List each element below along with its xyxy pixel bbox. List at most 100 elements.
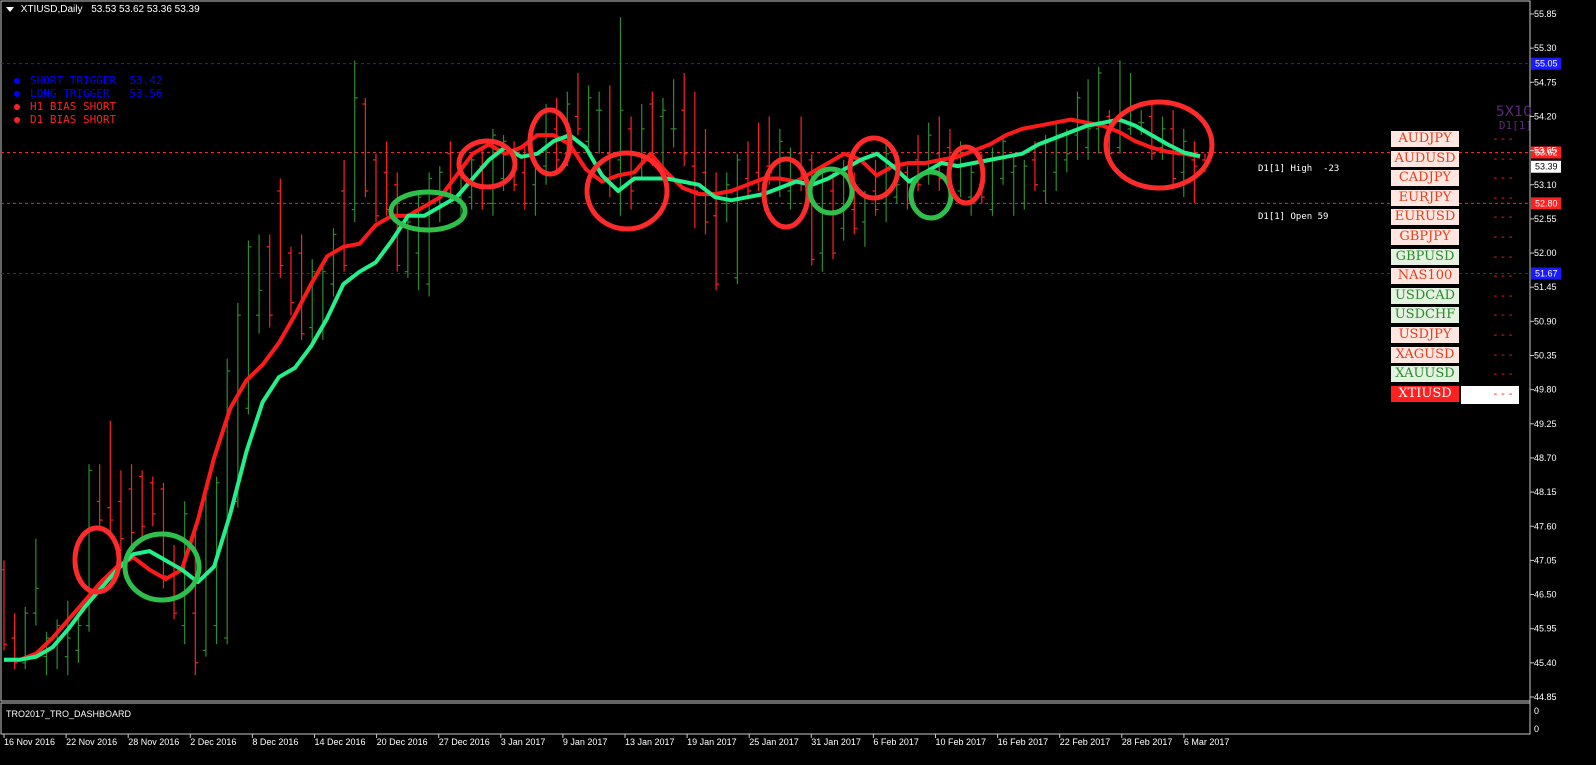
x-tick-label: 10 Feb 2017 xyxy=(936,737,987,747)
y-tick-label: 48.15 xyxy=(1534,487,1557,497)
x-tick-label: 31 Jan 2017 xyxy=(811,737,861,747)
y-tick-label: 46.50 xyxy=(1534,590,1557,600)
dashboard-status-audusd: --- xyxy=(1492,151,1515,165)
dashboard-symbol-eurjpy[interactable]: EURJPY xyxy=(1391,189,1459,206)
legend-d1-bias: D1 BIAS SHORT xyxy=(14,113,162,126)
dashboard-status-usdchf: --- xyxy=(1492,308,1515,322)
dashboard-header: 5X10 xyxy=(1495,104,1532,120)
dashboard-symbol-usdchf[interactable]: USDCHF xyxy=(1391,307,1459,324)
dashboard-status-eurusd: --- xyxy=(1492,210,1515,224)
blue-level-top-tag-label: 55.05 xyxy=(1535,59,1558,69)
x-tick-label: 9 Jan 2017 xyxy=(563,737,608,747)
dashboard-symbol-nas100[interactable]: NAS100 xyxy=(1391,268,1459,285)
y-tick-label: 47.60 xyxy=(1534,521,1557,531)
highlight-circle-green xyxy=(908,169,954,221)
dashboard-symbol-usdjpy[interactable]: USDJPY xyxy=(1391,327,1459,343)
dot-icon xyxy=(14,91,20,97)
x-tick-label: 14 Dec 2016 xyxy=(315,737,366,747)
dot-icon xyxy=(14,104,20,110)
y-tick-label: 54.75 xyxy=(1534,77,1557,87)
dashboard-symbol-gbpjpy[interactable]: GBPJPY xyxy=(1391,229,1459,245)
y-tick-label: 54.20 xyxy=(1534,111,1557,121)
dashboard-symbol-xauusd[interactable]: XAUUSD xyxy=(1391,366,1459,383)
x-tick-label: 28 Nov 2016 xyxy=(128,737,179,747)
main-panel-frame xyxy=(0,0,1531,702)
red-level-open-tag-label: 52.80 xyxy=(1535,198,1558,208)
d1-high-label: D1[1] High -23 xyxy=(1258,164,1340,174)
y-tick-label: 45.40 xyxy=(1534,658,1557,668)
dashboard-status-xagusd: --- xyxy=(1492,347,1515,361)
x-tick-label: 20 Dec 2016 xyxy=(377,737,428,747)
x-tick-label: 22 Feb 2017 xyxy=(1060,737,1111,747)
x-tick-label: 28 Feb 2017 xyxy=(1122,737,1173,747)
y-tick-label: 44.85 xyxy=(1534,692,1557,702)
dashboard-symbol-audjpy[interactable]: AUDJPY xyxy=(1391,131,1459,147)
y-tick-label: 55.30 xyxy=(1534,43,1557,53)
indicator-legend: SHORT TRIGGER 53.42 LONG TRIGGER 53.56 H… xyxy=(14,74,162,126)
subpanel-title: TRO2017_TRO_DASHBOARD xyxy=(6,709,132,719)
dashboard-status-nas100: --- xyxy=(1492,269,1515,283)
dashboard-symbol-cadjpy[interactable]: CADJPY xyxy=(1391,170,1459,187)
dashboard-status-usdcad: --- xyxy=(1492,288,1515,302)
y-tick-label: 52.00 xyxy=(1534,248,1557,258)
highlight-circle-red xyxy=(584,150,670,232)
dot-icon xyxy=(14,78,20,84)
chevron-down-icon[interactable] xyxy=(6,6,14,12)
subpanel-scale-top: 0 xyxy=(1534,706,1539,716)
y-tick-label: 49.25 xyxy=(1534,419,1557,429)
y-tick-label: 49.80 xyxy=(1534,385,1557,395)
slow-ma-line xyxy=(4,117,1201,662)
chart-title-bar[interactable]: XTIUSD,Daily 53.53 53.62 53.36 53.39 xyxy=(6,4,200,15)
x-tick-label: 27 Dec 2016 xyxy=(439,737,490,747)
price-chart[interactable]: 55.0553.6253.3952.8051.67 44.8545.4045.9… xyxy=(0,0,1596,765)
legend-h1-bias: H1 BIAS SHORT xyxy=(14,100,162,113)
dashboard-status-usdjpy: --- xyxy=(1492,328,1515,341)
candles xyxy=(1,17,1208,676)
y-tick-label: 53.65 xyxy=(1534,146,1557,156)
current-price-tag-label: 53.39 xyxy=(1535,162,1558,172)
dashboard-status-cadjpy: --- xyxy=(1492,171,1515,185)
x-tick-label: 16 Nov 2016 xyxy=(4,737,55,747)
y-tick-label: 51.45 xyxy=(1534,282,1557,292)
x-tick-label: 8 Dec 2016 xyxy=(252,737,298,747)
fast-ma-line xyxy=(4,117,1201,662)
x-tick-label: 16 Feb 2017 xyxy=(998,737,1049,747)
ohlc-readout: 53.53 53.62 53.36 53.39 xyxy=(91,4,200,15)
dashboard-status-audjpy: --- xyxy=(1492,132,1515,145)
x-tick-label: 2 Dec 2016 xyxy=(190,737,236,747)
dashboard-status-eurjpy: --- xyxy=(1492,190,1515,204)
chart-frame xyxy=(0,0,1531,735)
y-tick-label: 48.70 xyxy=(1534,453,1557,463)
y-tick-label: 47.05 xyxy=(1534,555,1557,565)
x-tick-label: 3 Jan 2017 xyxy=(501,737,546,747)
blue-level-bottom-tag-label: 51.67 xyxy=(1535,269,1558,279)
highlight-circle-green xyxy=(122,531,202,603)
sub-panel-frame xyxy=(0,702,1531,735)
dot-icon xyxy=(14,117,20,123)
dashboard-symbol-gbpusd[interactable]: GBPUSD xyxy=(1391,248,1459,265)
dashboard-symbol-audusd[interactable]: AUDUSD xyxy=(1391,150,1459,167)
y-tick-label: 45.95 xyxy=(1534,624,1557,634)
x-tick-label: 19 Jan 2017 xyxy=(687,737,737,747)
highlight-circle-red xyxy=(72,525,122,595)
y-tick-label: 50.35 xyxy=(1534,351,1557,361)
highlight-circle-green xyxy=(388,189,468,233)
subpanel-scale-bottom: 0 xyxy=(1534,724,1539,734)
dashboard-symbol-xagusd[interactable]: XAGUSD xyxy=(1391,346,1459,363)
legend-short-trigger: SHORT TRIGGER 53.42 xyxy=(14,74,162,87)
y-tick-label: 53.10 xyxy=(1534,180,1557,190)
dashboard-status-gbpjpy: --- xyxy=(1492,230,1515,243)
axes: 44.85 45.40 45.95 46.50 47.05 47.60 48.15 48.70… xyxy=(3,9,1557,747)
x-tick-label: 6 Mar 2017 xyxy=(1184,737,1230,747)
dashboard-symbol-eurusd[interactable]: EURUSD xyxy=(1391,209,1459,226)
moving-averages xyxy=(4,117,1201,662)
highlight-circle-red xyxy=(1103,99,1215,191)
dashboard-symbol-xtiusd[interactable]: XTIUSD xyxy=(1391,385,1459,402)
dashboard-status-xauusd: --- xyxy=(1492,367,1515,381)
x-tick-label: 25 Jan 2017 xyxy=(749,737,799,747)
y-tick-label: 52.55 xyxy=(1534,214,1557,224)
dashboard-symbol-usdcad[interactable]: USDCAD xyxy=(1391,287,1459,304)
symbol-title: XTIUSD,Daily xyxy=(20,4,83,15)
dashboard-status-xtiusd: --- xyxy=(1492,386,1515,400)
dashboard-subheader: D1[1] xyxy=(1498,119,1532,132)
